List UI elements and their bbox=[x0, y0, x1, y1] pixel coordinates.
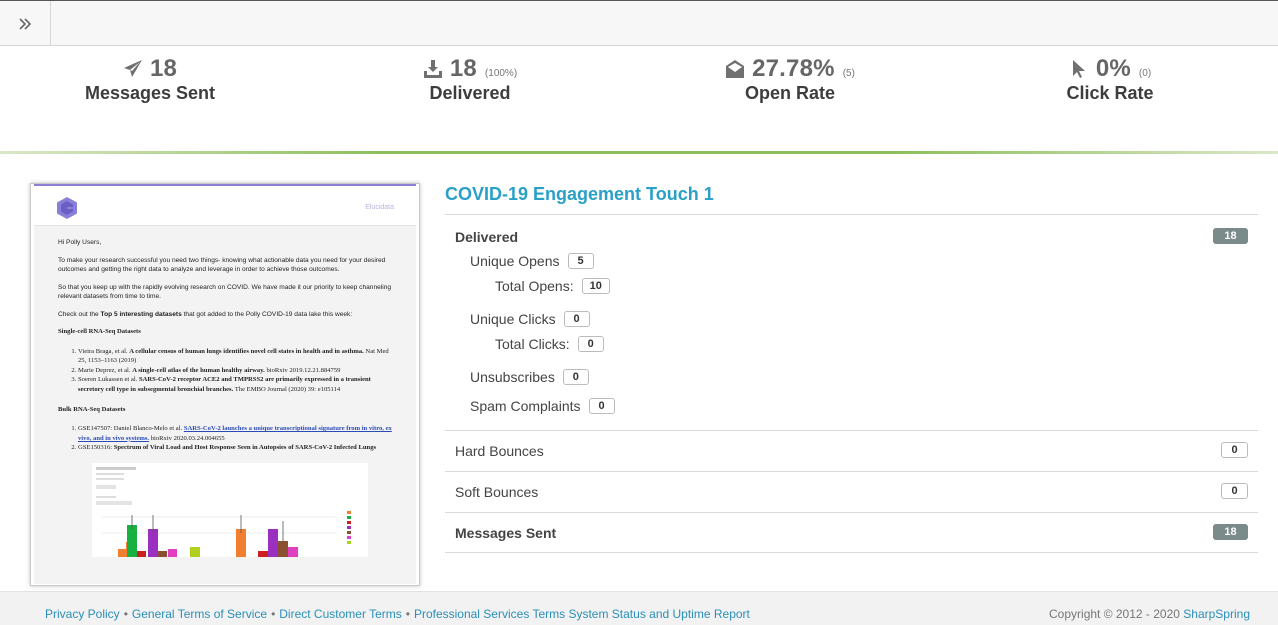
stat-label: Click Rate bbox=[1066, 83, 1154, 103]
total-clicks-count: 0 bbox=[577, 336, 604, 352]
stats-table: Delivered 18 Unique Opens 5 Total Opens:… bbox=[445, 214, 1258, 553]
footer-links: Privacy Policy • General Terms of Service •… bbox=[45, 607, 750, 621]
spam-complaints-count: 0 bbox=[588, 398, 615, 414]
cursor-icon bbox=[1072, 60, 1085, 78]
unique-opens-label: Unique Opens bbox=[470, 253, 560, 269]
preview-bar-chart-graphic bbox=[96, 466, 351, 557]
download-icon bbox=[423, 60, 442, 78]
spam-complaints-item: Spam Complaints 0 bbox=[470, 398, 615, 414]
preview-chart-image bbox=[92, 462, 368, 557]
delivered-label: Delivered bbox=[455, 229, 519, 245]
soft-bounces-count: 0 bbox=[1221, 483, 1248, 499]
total-opens-label: Total Opens: bbox=[495, 278, 574, 294]
preview-brand: Elucidata bbox=[365, 204, 394, 211]
professional-services-terms-link[interactable]: Professional Services Terms bbox=[414, 607, 565, 621]
paper-plane-icon bbox=[123, 60, 142, 77]
stat-click-rate: 0% (0) Click Rate bbox=[1010, 55, 1210, 104]
delivered-row: Delivered 18 Unique Opens 5 Total Opens:… bbox=[445, 214, 1258, 430]
total-opens-count: 10 bbox=[581, 278, 610, 294]
preview-list-item: GSE150316: Spectrum of Viral Load and Ho… bbox=[78, 443, 392, 453]
double-chevron-right-icon bbox=[19, 17, 32, 30]
stat-label: Messages Sent bbox=[84, 83, 216, 103]
messages-sent-row: Messages Sent 18 bbox=[445, 512, 1258, 553]
stat-label: Open Rate bbox=[744, 83, 836, 103]
preview-section-heading: Bulk RNA-Seq Datasets bbox=[58, 405, 126, 413]
email-preview[interactable]: Elucidata Hi Polly Users, To make your r… bbox=[30, 183, 420, 586]
footer: Privacy Policy • General Terms of Service •… bbox=[0, 591, 1278, 625]
total-clicks-label: Total Clicks: bbox=[495, 336, 570, 352]
preview-text: Check out the bbox=[58, 310, 101, 318]
separator-dot: • bbox=[405, 607, 410, 621]
delivered-count-badge: 18 bbox=[1213, 228, 1248, 244]
preview-greeting: Hi Polly Users, bbox=[58, 239, 102, 246]
expand-sidebar-button[interactable] bbox=[0, 1, 51, 46]
system-status-link[interactable]: System Status and Uptime Report bbox=[568, 607, 749, 621]
separator-dot: • bbox=[123, 607, 128, 621]
preview-header: Elucidata bbox=[34, 186, 416, 226]
preview-body: Hi Polly Users, To make your research su… bbox=[34, 226, 416, 584]
stat-value: 27.78% bbox=[752, 55, 835, 82]
soft-bounces-row: Soft Bounces 0 bbox=[445, 471, 1258, 512]
stat-delivered: 18 (100%) Delivered bbox=[370, 55, 570, 104]
unique-clicks-label: Unique Clicks bbox=[470, 311, 556, 327]
stats-bar: 18 Messages Sent 18 (100%) Delivered 27.… bbox=[0, 46, 1278, 153]
preview-paragraph: To make your research successful you nee… bbox=[58, 256, 386, 274]
stat-label: Delivered bbox=[429, 83, 511, 103]
separator-dot: • bbox=[271, 607, 276, 621]
sharpspring-link[interactable]: SharpSpring bbox=[1183, 607, 1250, 621]
unique-clicks-item: Unique Clicks 0 bbox=[470, 311, 590, 327]
elucidata-logo-icon bbox=[57, 197, 77, 219]
stat-sub: (100%) bbox=[484, 67, 518, 79]
hard-bounces-row: Hard Bounces 0 bbox=[445, 430, 1258, 471]
preview-paragraph: So that you keep up with the rapidly evo… bbox=[58, 283, 392, 301]
stat-value: 0% bbox=[1095, 55, 1131, 82]
copyright-text: Copyright © 2012 - 2020 bbox=[1049, 607, 1180, 621]
preview-bold-text: Top 5 interesting datasets bbox=[100, 310, 182, 318]
preview-section-heading: Single-cell RNA-Seq Datasets bbox=[58, 328, 141, 336]
preview-text: that got added to the Polly COVID-19 dat… bbox=[181, 310, 353, 318]
preview-paragraph: Check out the Top 5 interesting datasets… bbox=[58, 310, 392, 320]
stat-value: 18 bbox=[449, 55, 477, 82]
top-bar bbox=[0, 0, 1278, 46]
general-terms-link[interactable]: General Terms of Service bbox=[132, 607, 267, 621]
spam-complaints-label: Spam Complaints bbox=[470, 398, 581, 414]
total-clicks-item: Total Clicks: 0 bbox=[495, 336, 604, 352]
preview-list-item: Marie Deprez, et al. A single-cell atlas… bbox=[78, 366, 392, 376]
unique-opens-count: 5 bbox=[567, 253, 594, 269]
stat-sub: (5) bbox=[842, 67, 855, 79]
stat-messages-sent: 18 Messages Sent bbox=[50, 55, 250, 104]
stat-open-rate: 27.78% (5) Open Rate bbox=[690, 55, 890, 104]
section-divider bbox=[0, 151, 1278, 154]
hard-bounces-label: Hard Bounces bbox=[455, 443, 544, 459]
preview-list: Vieira Braga, et al. A cellular census o… bbox=[78, 347, 392, 395]
unique-opens-item: Unique Opens 5 bbox=[470, 253, 594, 269]
copyright: Copyright © 2012 - 2020 SharpSpring bbox=[1049, 607, 1250, 621]
campaign-title[interactable]: COVID-19 Engagement Touch 1 bbox=[445, 184, 714, 205]
hard-bounces-count: 0 bbox=[1221, 442, 1248, 458]
unique-clicks-count: 0 bbox=[563, 311, 590, 327]
unsubscribes-label: Unsubscribes bbox=[470, 369, 555, 385]
unsubscribes-count: 0 bbox=[562, 369, 589, 385]
direct-customer-terms-link[interactable]: Direct Customer Terms bbox=[279, 607, 401, 621]
preview-list-item: Soeren Lukassen et al. SARS-CoV-2 recept… bbox=[78, 375, 392, 394]
preview-list: GSE147507: Daniel Blanco-Melo et al. SAR… bbox=[78, 424, 392, 453]
privacy-policy-link[interactable]: Privacy Policy bbox=[45, 607, 120, 621]
open-envelope-icon bbox=[726, 60, 745, 78]
stat-value: 18 bbox=[149, 55, 178, 82]
preview-list-item: Vieira Braga, et al. A cellular census o… bbox=[78, 347, 392, 366]
unsubscribes-item: Unsubscribes 0 bbox=[470, 369, 589, 385]
messages-sent-label: Messages Sent bbox=[455, 525, 557, 541]
soft-bounces-label: Soft Bounces bbox=[455, 484, 539, 500]
stat-sub: (0) bbox=[1138, 67, 1152, 79]
preview-list-item: GSE147507: Daniel Blanco-Melo et al. SAR… bbox=[78, 424, 392, 443]
messages-sent-count-badge: 18 bbox=[1213, 524, 1248, 540]
total-opens-item: Total Opens: 10 bbox=[495, 278, 610, 294]
